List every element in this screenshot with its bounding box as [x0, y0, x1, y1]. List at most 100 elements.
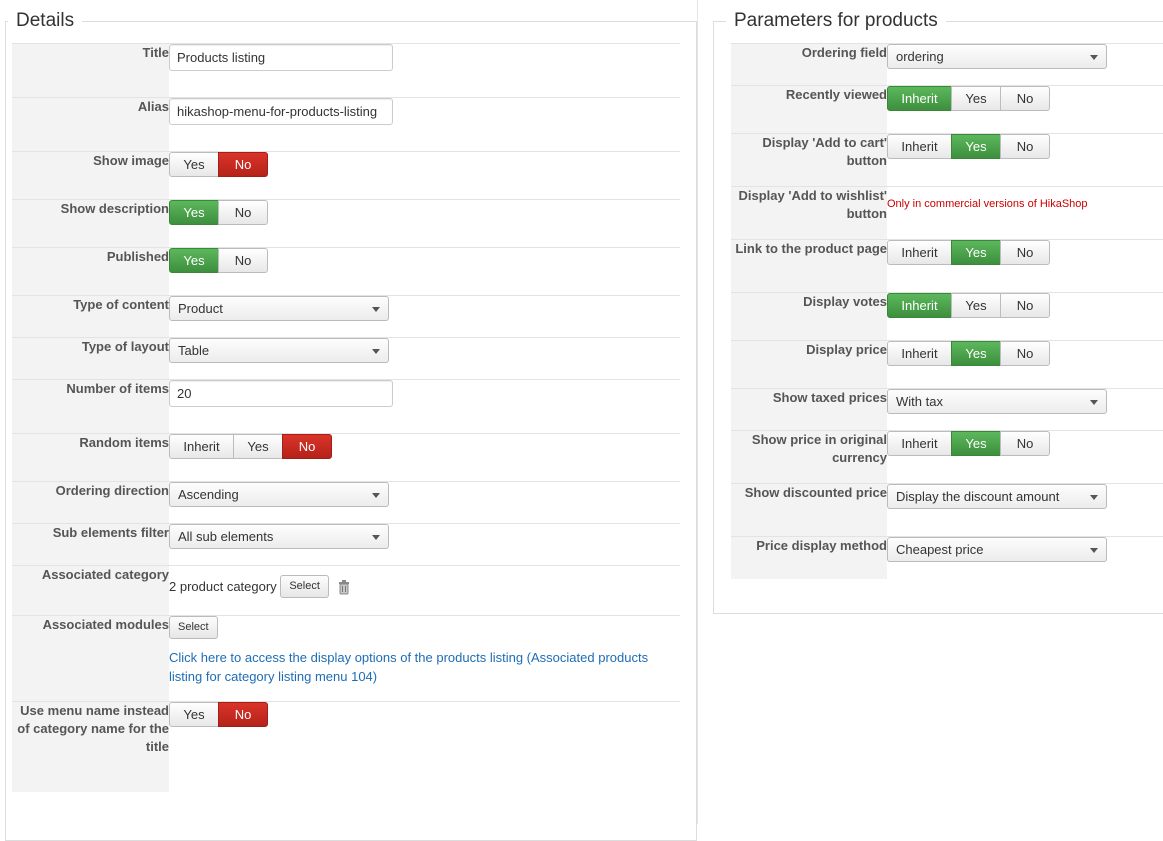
details-legend: Details — [8, 9, 83, 33]
link-to-product-label: Link to the product page — [731, 239, 887, 293]
show-taxed-prices-select[interactable]: With tax — [887, 389, 1107, 414]
show-description-no-button[interactable]: No — [218, 200, 268, 225]
row-recently-viewed: Recently viewed Inherit Yes No — [731, 85, 1163, 134]
row-show-image: Show image Yes No — [12, 151, 680, 200]
show-original-currency-yes-button[interactable]: Yes — [951, 431, 1001, 456]
show-original-currency-label: Show price in original currency — [731, 430, 887, 484]
price-display-method-label: Price display method — [731, 536, 887, 579]
row-show-discounted-price: Show discounted price Display the discou… — [731, 483, 1163, 537]
ordering-field-label: Ordering field — [731, 43, 887, 86]
random-items-no-button[interactable]: No — [282, 434, 332, 459]
display-price-label: Display price — [731, 340, 887, 389]
random-items-inherit-button[interactable]: Inherit — [169, 434, 234, 459]
show-description-yes-button[interactable]: Yes — [169, 200, 219, 225]
title-label: Title — [12, 43, 169, 98]
column-divider — [697, 0, 698, 824]
ordering-direction-value: Ascending — [178, 487, 239, 502]
row-published: Published Yes No — [12, 247, 680, 296]
row-price-display-method: Price display method Cheapest price — [731, 536, 1163, 579]
sub-elements-filter-label: Sub elements filter — [12, 523, 169, 566]
show-discounted-price-value: Display the discount amount — [896, 489, 1060, 504]
recently-viewed-yes-button[interactable]: Yes — [951, 86, 1001, 111]
link-to-product-yes-button[interactable]: Yes — [951, 240, 1001, 265]
show-image-yes-button[interactable]: Yes — [169, 152, 219, 177]
row-ordering-field: Ordering field ordering — [731, 43, 1163, 86]
type-of-content-value: Product — [178, 301, 223, 316]
trash-icon[interactable] — [337, 579, 351, 595]
row-number-of-items: Number of items — [12, 379, 680, 434]
add-to-cart-toggle: Inherit Yes No — [887, 134, 1050, 159]
published-yes-button[interactable]: Yes — [169, 248, 219, 273]
associated-category-text: 2 product category — [169, 579, 277, 594]
use-menu-name-label: Use menu name instead of category name f… — [12, 701, 169, 792]
published-no-button[interactable]: No — [218, 248, 268, 273]
row-add-to-cart: Display 'Add to cart' button Inherit Yes… — [731, 133, 1163, 187]
recently-viewed-no-button[interactable]: No — [1000, 86, 1050, 111]
commercial-version-note: Only in commercial versions of HikaShop — [887, 198, 1088, 210]
link-to-product-inherit-button[interactable]: Inherit — [887, 240, 952, 265]
ordering-field-value: ordering — [896, 49, 944, 64]
chevron-down-icon — [1090, 400, 1098, 405]
chevron-down-icon — [372, 349, 380, 354]
display-votes-no-button[interactable]: No — [1000, 293, 1050, 318]
number-of-items-label: Number of items — [12, 379, 169, 434]
number-of-items-input[interactable] — [169, 380, 393, 407]
chevron-down-icon — [372, 493, 380, 498]
chevron-down-icon — [1090, 548, 1098, 553]
display-votes-yes-button[interactable]: Yes — [951, 293, 1001, 318]
associated-category-select-button[interactable]: Select — [280, 575, 329, 598]
row-show-taxed-prices: Show taxed prices With tax — [731, 388, 1163, 431]
row-add-to-wishlist: Display 'Add to wishlist' button Only in… — [731, 186, 1163, 240]
row-display-votes: Display votes Inherit Yes No — [731, 292, 1163, 341]
display-price-no-button[interactable]: No — [1000, 341, 1050, 366]
show-image-toggle: Yes No — [169, 152, 268, 177]
show-description-toggle: Yes No — [169, 200, 268, 225]
display-votes-label: Display votes — [731, 292, 887, 341]
link-to-product-toggle: Inherit Yes No — [887, 240, 1050, 265]
row-alias: Alias — [12, 97, 680, 152]
sub-elements-filter-select[interactable]: All sub elements — [169, 524, 389, 549]
use-menu-name-toggle: Yes No — [169, 702, 268, 727]
parameters-table: Ordering field ordering Recently viewed … — [731, 43, 1163, 579]
add-to-cart-inherit-button[interactable]: Inherit — [887, 134, 952, 159]
show-image-label: Show image — [12, 151, 169, 200]
published-toggle: Yes No — [169, 248, 268, 273]
random-items-yes-button[interactable]: Yes — [233, 434, 283, 459]
associated-category-label: Associated category — [12, 565, 169, 616]
row-type-of-layout: Type of layout Table — [12, 337, 680, 380]
alias-input[interactable] — [169, 98, 393, 125]
display-price-toggle: Inherit Yes No — [887, 341, 1050, 366]
show-taxed-prices-label: Show taxed prices — [731, 388, 887, 431]
use-menu-name-no-button[interactable]: No — [218, 702, 268, 727]
show-original-currency-inherit-button[interactable]: Inherit — [887, 431, 952, 456]
ordering-direction-select[interactable]: Ascending — [169, 482, 389, 507]
display-options-link[interactable]: Click here to access the display options… — [169, 648, 669, 686]
recently-viewed-label: Recently viewed — [731, 85, 887, 134]
chevron-down-icon — [1090, 495, 1098, 500]
display-votes-inherit-button[interactable]: Inherit — [887, 293, 952, 318]
ordering-field-select[interactable]: ordering — [887, 44, 1107, 69]
display-price-yes-button[interactable]: Yes — [951, 341, 1001, 366]
show-image-no-button[interactable]: No — [218, 152, 268, 177]
sub-elements-filter-value: All sub elements — [178, 529, 274, 544]
price-display-method-select[interactable]: Cheapest price — [887, 537, 1107, 562]
published-label: Published — [12, 247, 169, 296]
add-to-cart-yes-button[interactable]: Yes — [951, 134, 1001, 159]
type-of-layout-select[interactable]: Table — [169, 338, 389, 363]
add-to-wishlist-label: Display 'Add to wishlist' button — [731, 186, 887, 240]
title-input[interactable] — [169, 44, 393, 71]
show-discounted-price-select[interactable]: Display the discount amount — [887, 484, 1107, 509]
recently-viewed-inherit-button[interactable]: Inherit — [887, 86, 952, 111]
add-to-cart-no-button[interactable]: No — [1000, 134, 1050, 159]
link-to-product-no-button[interactable]: No — [1000, 240, 1050, 265]
show-original-currency-no-button[interactable]: No — [1000, 431, 1050, 456]
use-menu-name-yes-button[interactable]: Yes — [169, 702, 219, 727]
display-price-inherit-button[interactable]: Inherit — [887, 341, 952, 366]
type-of-content-select[interactable]: Product — [169, 296, 389, 321]
show-description-label: Show description — [12, 199, 169, 248]
row-associated-category: Associated category 2 product category S… — [12, 565, 680, 616]
row-random-items: Random items Inherit Yes No — [12, 433, 680, 482]
associated-modules-select-button[interactable]: Select — [169, 616, 218, 639]
row-title: Title — [12, 43, 680, 98]
type-of-content-label: Type of content — [12, 295, 169, 338]
